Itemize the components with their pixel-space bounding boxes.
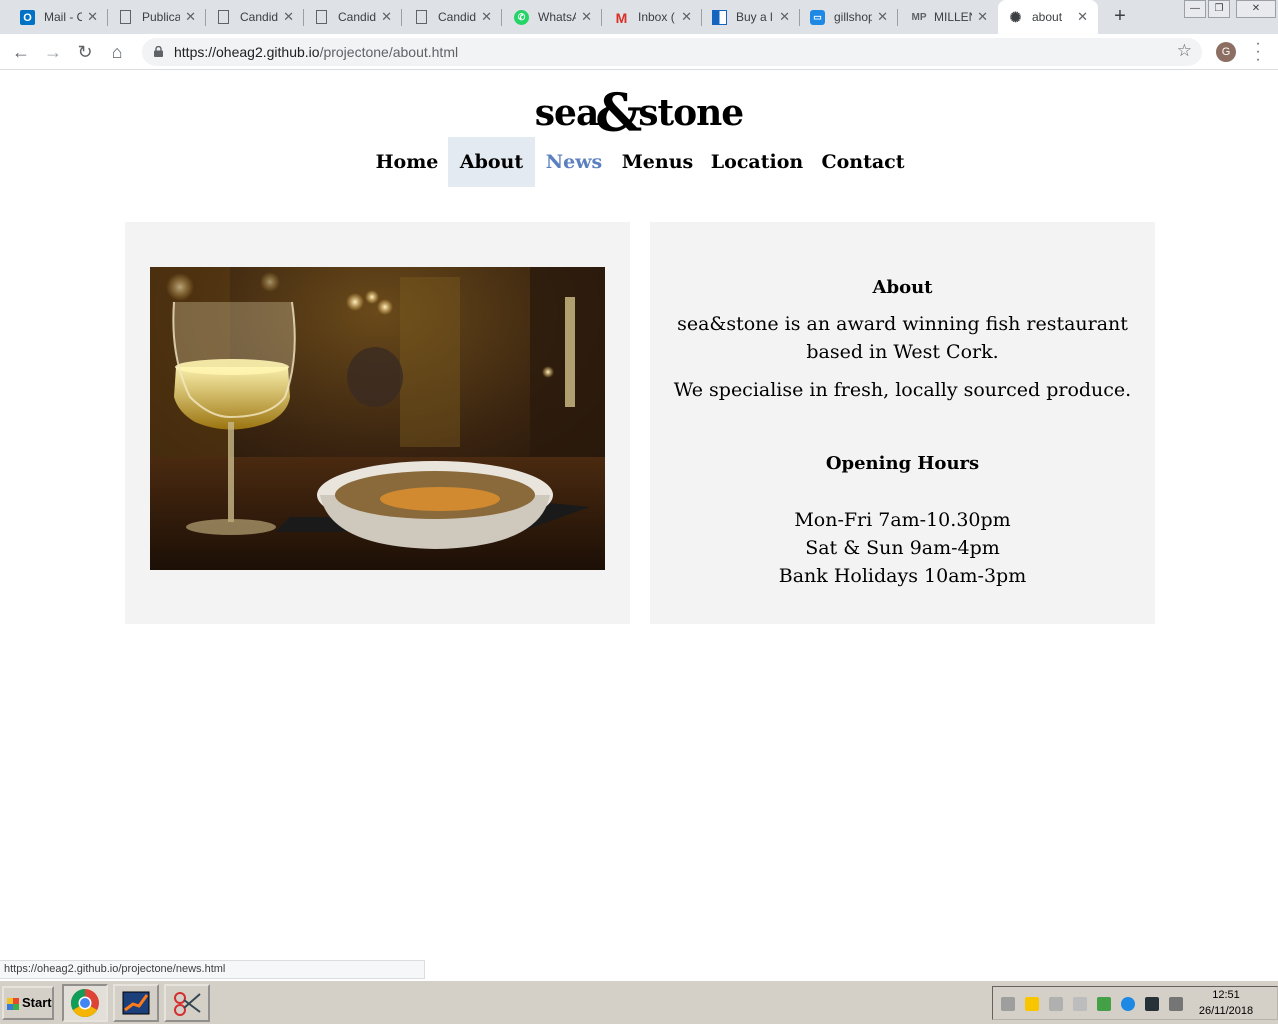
nav-news[interactable]: News xyxy=(535,137,613,187)
update-icon[interactable] xyxy=(1121,997,1135,1011)
scissors-icon xyxy=(174,992,201,1016)
main-nav: Home About News Menus Location Contact xyxy=(0,137,1278,187)
hours-weekday: Mon-Fri 7am-10.30pm xyxy=(794,509,1011,531)
about-description: sea&stone is an award winning fish resta… xyxy=(677,313,1128,363)
tab-candidate-2[interactable]: Candid ✕ xyxy=(304,0,402,34)
store-icon xyxy=(712,10,727,25)
outlook-icon: O xyxy=(20,10,35,25)
close-icon[interactable]: ✕ xyxy=(1077,9,1088,25)
tab-label: Buy a l xyxy=(736,10,773,24)
about-specialise: We specialise in fresh, locally sourced … xyxy=(673,379,1132,401)
tab-candidate-1[interactable]: Candid ✕ xyxy=(206,0,304,34)
tab-label: Candid xyxy=(438,10,476,24)
nav-menus[interactable]: Menus xyxy=(613,137,702,187)
security-shield-icon[interactable] xyxy=(1025,997,1039,1011)
profile-avatar[interactable]: G xyxy=(1216,42,1236,62)
volume-icon[interactable] xyxy=(1169,997,1183,1011)
hours-weekend: Sat & Sun 9am-4pm xyxy=(805,537,1000,559)
chrome-icon xyxy=(71,989,99,1017)
tab-label: WhatsA xyxy=(538,10,576,24)
tab-label: Publica xyxy=(142,10,180,24)
whatsapp-icon: ✆ xyxy=(514,10,529,25)
crab-icon: ✺ xyxy=(1009,9,1022,25)
tab-label: about xyxy=(1032,10,1063,24)
taskbar: Start 12:51 26/11/2018 xyxy=(0,980,1278,1024)
close-icon[interactable]: ✕ xyxy=(283,9,294,25)
speaker-icon[interactable] xyxy=(1049,997,1063,1011)
minimize-button[interactable]: — xyxy=(1184,0,1206,18)
tab-gillshop[interactable]: ▭ gillshop ✕ xyxy=(800,0,898,34)
restore-button[interactable]: ❐ xyxy=(1208,0,1230,18)
opening-hours-heading: Opening Hours xyxy=(825,453,980,474)
close-icon[interactable]: ✕ xyxy=(87,9,98,25)
hours-bank-holidays: Bank Holidays 10am-3pm xyxy=(778,565,1027,587)
reload-icon[interactable]: ↻ xyxy=(74,41,96,63)
tab-candidate-3[interactable]: Candid ✕ xyxy=(404,0,502,34)
tab-publication[interactable]: Publica ✕ xyxy=(108,0,206,34)
window-close-button[interactable]: ✕ xyxy=(1236,0,1276,18)
chrome-taskbar-button[interactable] xyxy=(62,984,108,1022)
mp-icon: MP xyxy=(911,12,927,23)
document-icon xyxy=(416,10,427,24)
tab-mail[interactable]: O Mail - O ✕ xyxy=(10,0,108,34)
close-icon[interactable]: ✕ xyxy=(381,9,392,25)
checkmark-icon[interactable] xyxy=(1097,997,1111,1011)
menu-dots-icon[interactable]: · · · xyxy=(1250,36,1266,68)
display-icon[interactable] xyxy=(1073,997,1087,1011)
new-tab-button[interactable]: + xyxy=(1110,5,1130,28)
nav-location[interactable]: Location xyxy=(702,137,812,187)
about-heading: About xyxy=(872,277,933,298)
about-panel: About sea&stone is an award winning fish… xyxy=(650,222,1155,624)
document-icon xyxy=(218,10,229,24)
start-button[interactable]: Start xyxy=(2,986,54,1020)
nav-contact[interactable]: Contact xyxy=(812,137,914,187)
tab-label: Candid xyxy=(240,10,278,24)
nav-home[interactable]: Home xyxy=(366,137,448,187)
restaurant-photo xyxy=(150,267,605,570)
tab-strip: O Mail - O ✕ Publica ✕ Candid ✕ Candid ✕… xyxy=(0,0,1278,34)
close-icon[interactable]: ✕ xyxy=(581,9,592,25)
tab-buy[interactable]: Buy a l ✕ xyxy=(702,0,800,34)
shop-icon: ▭ xyxy=(810,10,825,25)
image-panel xyxy=(125,222,630,624)
tab-label: Candid xyxy=(338,10,376,24)
tab-about[interactable]: ✺ about ✕ xyxy=(998,0,1098,34)
forward-icon[interactable]: → xyxy=(42,41,64,63)
tab-gmail[interactable]: M Inbox ( ✕ xyxy=(604,0,702,34)
tab-label: Inbox ( xyxy=(638,10,675,24)
home-icon[interactable]: ⌂ xyxy=(106,41,128,63)
status-bar-url: https://oheag2.github.io/projectone/news… xyxy=(0,960,425,979)
snipping-tool-taskbar-button[interactable] xyxy=(164,984,210,1022)
windows-flag-icon xyxy=(7,998,19,1010)
lock-icon xyxy=(154,46,163,57)
gmail-icon: M xyxy=(615,9,628,26)
close-icon[interactable]: ✕ xyxy=(681,9,692,25)
close-icon[interactable]: ✕ xyxy=(779,9,790,25)
document-icon xyxy=(120,10,131,24)
document-icon xyxy=(316,10,327,24)
page-viewport: sea&stone Home About News Menus Location… xyxy=(0,71,1278,979)
clock-date[interactable]: 26/11/2018 xyxy=(1193,1005,1259,1017)
close-icon[interactable]: ✕ xyxy=(185,9,196,25)
network-icon[interactable] xyxy=(1001,997,1015,1011)
site-logo[interactable]: sea&stone xyxy=(0,83,1278,144)
close-icon[interactable]: ✕ xyxy=(877,9,888,25)
address-bar[interactable]: https://oheag2.github.io/projectone/abou… xyxy=(142,38,1202,66)
bookmark-star-icon[interactable]: ☆ xyxy=(1177,41,1192,61)
url-text: https://oheag2.github.io/projectone/abou… xyxy=(174,44,459,60)
tab-whatsapp[interactable]: ✆ WhatsA ✕ xyxy=(504,0,602,34)
tab-label: MILLEN xyxy=(934,10,972,24)
nav-about[interactable]: About xyxy=(448,137,535,187)
chart-app-icon xyxy=(122,991,150,1015)
browser-toolbar: ← → ↻ ⌂ https://oheag2.github.io/project… xyxy=(0,34,1278,70)
close-icon[interactable]: ✕ xyxy=(481,9,492,25)
tab-millennium[interactable]: MP MILLEN ✕ xyxy=(900,0,998,34)
chart-app-taskbar-button[interactable] xyxy=(113,984,159,1022)
clock-time[interactable]: 12:51 xyxy=(1206,989,1246,1001)
tab-label: Mail - O xyxy=(44,10,82,24)
tab-label: gillshop xyxy=(834,10,872,24)
back-icon[interactable]: ← xyxy=(10,41,32,63)
close-icon[interactable]: ✕ xyxy=(977,9,988,25)
monitor-icon[interactable] xyxy=(1145,997,1159,1011)
